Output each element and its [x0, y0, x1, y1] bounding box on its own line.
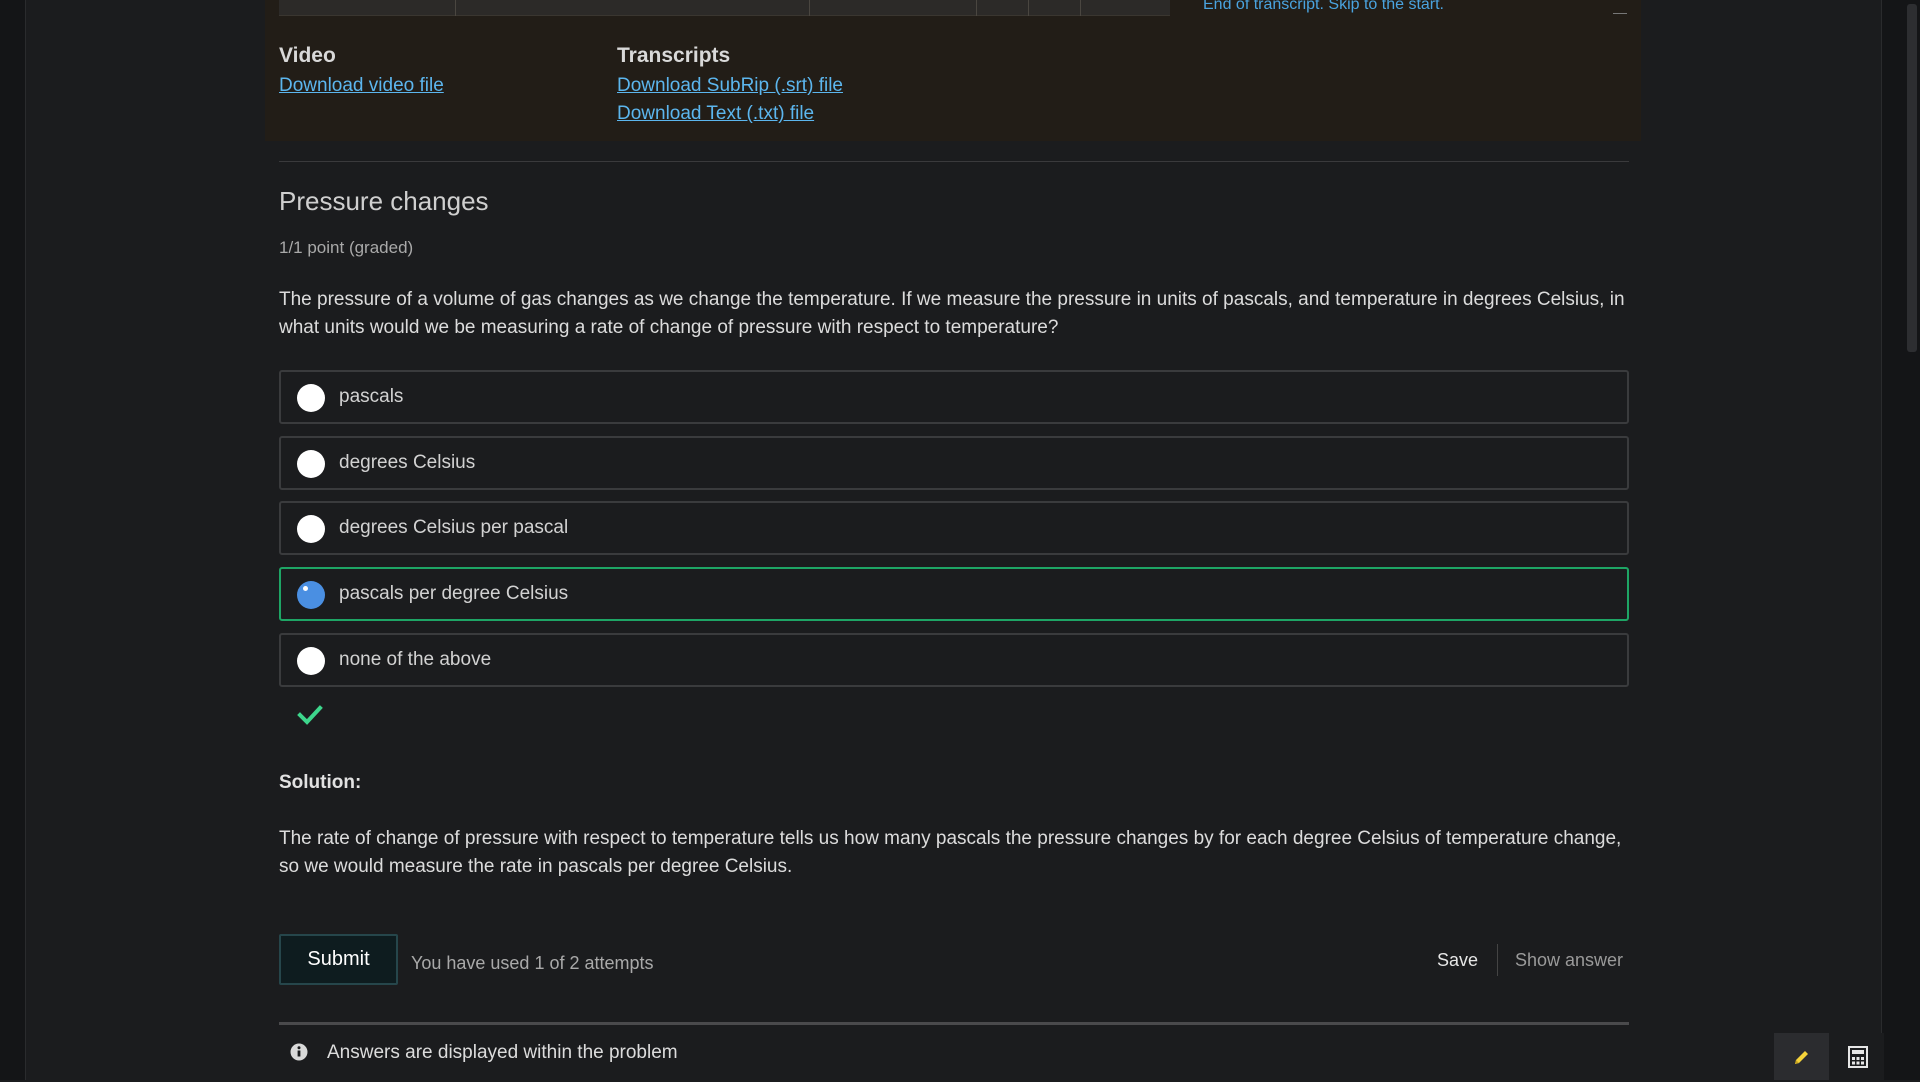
- video-heading: Video: [279, 44, 336, 67]
- info-icon: [290, 1043, 308, 1061]
- problem-question: The pressure of a volume of gas changes …: [279, 289, 1625, 338]
- download-video-link[interactable]: Download video file: [279, 72, 444, 100]
- answer-option-label: none of the above: [339, 649, 492, 670]
- right-gutter: [1881, 0, 1920, 1080]
- answer-option-label: pascals: [339, 386, 404, 407]
- transcripts-heading: Transcripts: [617, 44, 731, 67]
- problem-block: Pressure changes 1/1 point (graded) The …: [279, 161, 1629, 1063]
- video-bar-divider: [1080, 0, 1081, 16]
- calculator-icon: [1848, 1045, 1868, 1068]
- answer-option[interactable]: pascals: [279, 370, 1629, 424]
- video-controls-bar: [279, 0, 1170, 16]
- answer-option-label: degrees Celsius per pascal: [339, 517, 569, 538]
- solution-text: The rate of change of pressure with resp…: [279, 828, 1622, 877]
- problem-points: 1/1 point (graded): [279, 238, 414, 257]
- radio-button-checked[interactable]: [297, 581, 325, 609]
- radio-button[interactable]: [297, 450, 325, 478]
- video-bar-divider: [809, 0, 810, 16]
- action-divider: [1497, 944, 1498, 976]
- answers-notice: Answers are displayed within the problem: [279, 1022, 1629, 1082]
- answer-option[interactable]: none of the above: [279, 633, 1629, 687]
- video-bar-divider: [1028, 0, 1029, 16]
- download-txt-link[interactable]: Download Text (.txt) file: [617, 100, 843, 128]
- submit-button[interactable]: Submit: [279, 934, 398, 985]
- download-srt-link[interactable]: Download SubRip (.srt) file: [617, 72, 843, 100]
- pencil-icon: [1794, 1050, 1808, 1064]
- answer-option[interactable]: degrees Celsius per pascal: [279, 501, 1629, 555]
- answer-option-label: degrees Celsius: [339, 452, 476, 473]
- answer-option-label: pascals per degree Celsius: [339, 583, 569, 604]
- attempts-counter: You have used 1 of 2 attempts: [411, 953, 654, 973]
- problem-title: Pressure changes: [279, 186, 489, 216]
- radio-button[interactable]: [297, 384, 325, 412]
- video-download-panel: End of transcript. Skip to the start. Vi…: [265, 0, 1641, 141]
- left-gutter: [0, 0, 26, 1080]
- transcript-end-link[interactable]: End of transcript. Skip to the start.: [1203, 0, 1444, 14]
- answer-option-selected-correct[interactable]: pascals per degree Celsius: [279, 567, 1629, 621]
- video-download-column: Video Download video file: [279, 44, 444, 100]
- show-answer-button[interactable]: Show answer: [1515, 950, 1623, 971]
- video-bar-divider: [455, 0, 456, 16]
- notes-tool-button[interactable]: [1774, 1033, 1829, 1080]
- answer-option[interactable]: degrees Celsius: [279, 436, 1629, 490]
- radio-button[interactable]: [297, 515, 325, 543]
- solution-heading: Solution:: [279, 772, 362, 793]
- video-bar-divider: [976, 0, 977, 16]
- transcript-scroll-marker: [1613, 13, 1627, 14]
- scrollbar-thumb[interactable]: [1907, 4, 1917, 352]
- save-button[interactable]: Save: [1437, 950, 1478, 971]
- notice-text: Answers are displayed within the problem: [327, 1042, 678, 1063]
- transcripts-download-column: Transcripts Download SubRip (.srt) file …: [617, 44, 843, 128]
- radio-button[interactable]: [297, 647, 325, 675]
- calculator-tool-button[interactable]: [1832, 1033, 1884, 1080]
- check-icon: [297, 705, 323, 725]
